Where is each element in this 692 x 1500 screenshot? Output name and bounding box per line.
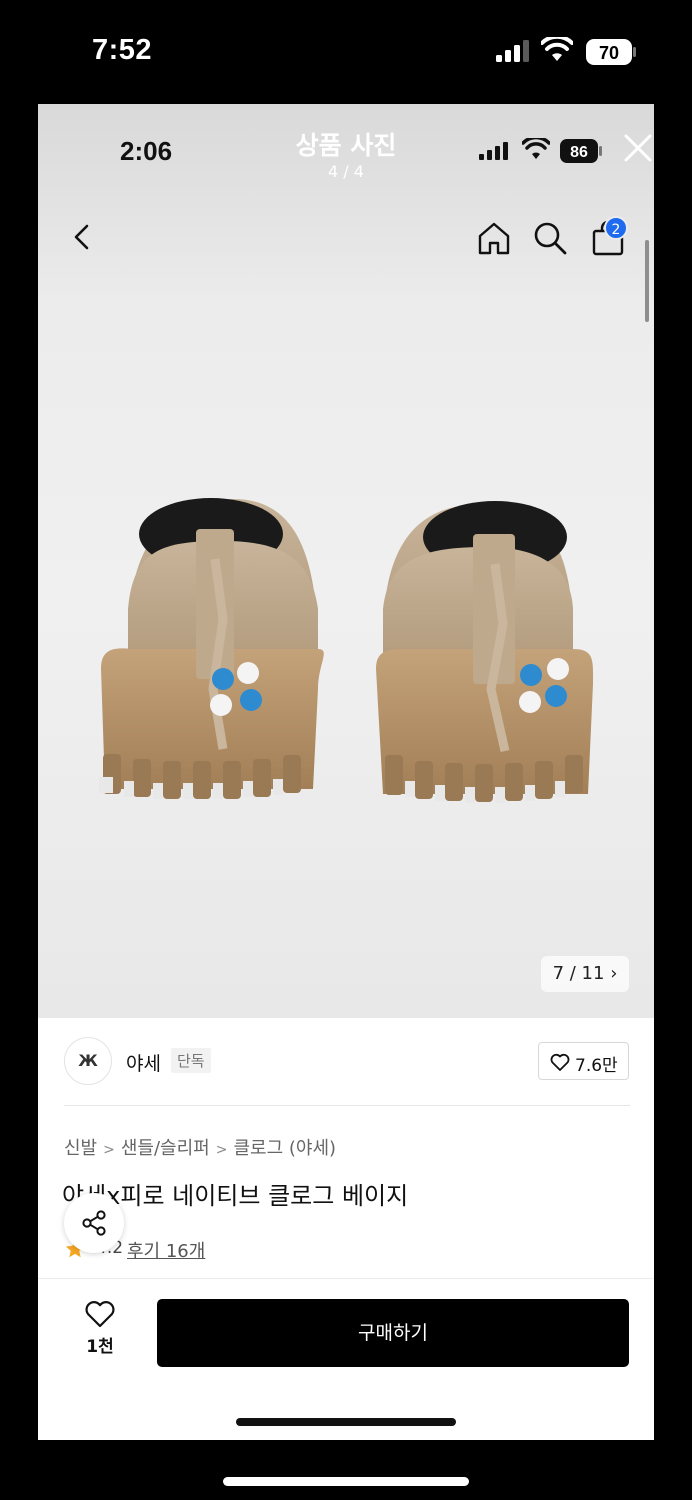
- brand-logo[interactable]: Ж: [64, 1037, 112, 1085]
- signal-icon: [479, 142, 508, 160]
- chevron-right-icon: >: [215, 1142, 228, 1158]
- outer-status-bar: 7:52 70: [0, 0, 692, 104]
- outer-battery-level: 70: [599, 43, 619, 63]
- brand-like-button[interactable]: 7.6만: [538, 1042, 629, 1080]
- scroll-indicator: [645, 240, 649, 322]
- screenshot-panel: 2:06 상품 사진 4 / 4 86 2 7 / 11 › Ж 야세 단독 7…: [38, 104, 654, 1440]
- product-photo[interactable]: 2:06 상품 사진 4 / 4 86 2 7 / 11 ›: [38, 104, 654, 1018]
- back-icon[interactable]: [68, 222, 98, 252]
- breadcrumb-item[interactable]: 신발: [64, 1138, 97, 1159]
- heart-icon: [550, 1053, 570, 1071]
- cart-badge: 2: [604, 216, 628, 240]
- bottom-bar-divider: [38, 1278, 654, 1279]
- wifi-icon: [522, 138, 550, 159]
- inner-battery-level: 86: [570, 144, 588, 161]
- chevron-right-icon: >: [103, 1142, 115, 1158]
- battery-icon: 86: [560, 139, 602, 163]
- chevron-right-icon: ›: [610, 963, 618, 984]
- buy-button[interactable]: 구매하기: [157, 1299, 629, 1367]
- product-image: [99, 498, 594, 803]
- close-icon[interactable]: [622, 132, 654, 164]
- photo-pager-count: 7 / 11: [552, 963, 605, 984]
- breadcrumb: 신발 > 샌들/슬리퍼 > 클로그 (야세): [64, 1134, 336, 1160]
- wishlist-button[interactable]: 1천: [78, 1300, 122, 1364]
- wishlist-count: 1천: [86, 1337, 114, 1357]
- share-button[interactable]: [64, 1193, 124, 1253]
- right-shoe: [376, 501, 594, 803]
- exclusive-tag: 단독: [171, 1048, 211, 1073]
- search-icon[interactable]: [532, 220, 568, 256]
- home-indicator[interactable]: [223, 1477, 469, 1486]
- brand-like-count: 7.6만: [575, 1056, 618, 1076]
- divider: [64, 1105, 630, 1106]
- left-shoe: [99, 498, 324, 799]
- brand-name[interactable]: 야세: [126, 1049, 161, 1076]
- review-link[interactable]: 후기 16개: [127, 1237, 205, 1263]
- viewer-counter: 4 / 4: [328, 162, 364, 181]
- battery-icon: 70: [586, 39, 636, 65]
- home-icon[interactable]: [476, 220, 512, 256]
- breadcrumb-item[interactable]: 클로그 (야세): [233, 1138, 336, 1159]
- inner-home-indicator: [236, 1418, 456, 1426]
- breadcrumb-item[interactable]: 샌들/슬리퍼: [121, 1138, 210, 1159]
- wifi-icon: [541, 37, 573, 61]
- heart-icon: [85, 1301, 115, 1328]
- photo-pager[interactable]: 7 / 11 ›: [541, 956, 629, 992]
- outer-status-time: 7:52: [92, 34, 153, 66]
- share-icon: [82, 1210, 106, 1236]
- signal-icon: [496, 40, 529, 62]
